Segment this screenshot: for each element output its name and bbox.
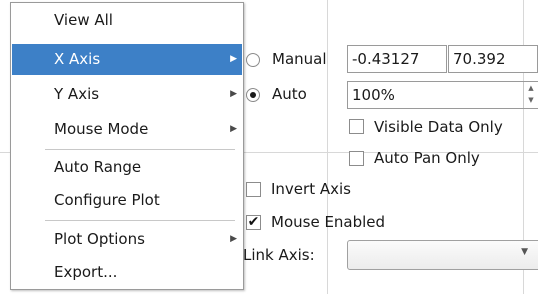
menu-item-label: Plot Options <box>54 230 145 248</box>
menu-item-y-axis[interactable]: Y Axis ▶ <box>12 79 242 110</box>
menu-item-configure-plot[interactable]: Configure Plot <box>12 185 242 216</box>
auto-pan-only-checkbox[interactable] <box>349 151 364 166</box>
menu-separator <box>45 149 235 150</box>
link-axis-dropdown[interactable]: ▼ <box>347 240 538 270</box>
chevron-right-icon: ▶ <box>230 89 237 99</box>
visible-data-only-checkbox[interactable] <box>349 119 364 134</box>
chevron-down-icon: ▼ <box>521 247 528 257</box>
spinbox-arrows-icon[interactable]: ▲ ▼ <box>523 82 538 108</box>
chevron-right-icon: ▶ <box>230 234 237 244</box>
menu-item-view-all[interactable]: View All <box>12 5 242 36</box>
menu-item-export[interactable]: Export... <box>12 257 242 288</box>
menu-item-label: View All <box>54 11 113 29</box>
menu-separator <box>45 220 235 221</box>
manual-radio[interactable] <box>246 53 260 67</box>
menu-item-label: Auto Range <box>54 158 142 176</box>
plot-context-menu: View All X Axis ▶ Y Axis ▶ Mouse Mode ▶ … <box>10 2 244 290</box>
menu-item-auto-range[interactable]: Auto Range <box>12 152 242 183</box>
plot-grid-line <box>327 0 328 294</box>
invert-axis-checkbox[interactable] <box>246 182 261 197</box>
auto-radio[interactable] <box>246 88 260 102</box>
menu-item-label: X Axis <box>54 50 101 68</box>
range-max-value: 70.392 <box>453 50 506 68</box>
range-min-value: -0.43127 <box>352 50 420 68</box>
auto-pan-only-label: Auto Pan Only <box>374 149 480 167</box>
menu-item-label: Mouse Mode <box>54 120 149 138</box>
radio-selected-dot <box>250 92 256 98</box>
menu-item-label: Y Axis <box>54 85 100 103</box>
manual-label: Manual <box>272 50 327 68</box>
link-axis-label: Link Axis: <box>243 246 315 264</box>
visible-data-only-label: Visible Data Only <box>374 118 503 136</box>
invert-axis-label: Invert Axis <box>271 180 351 198</box>
auto-label: Auto <box>272 85 307 103</box>
menu-item-label: Export... <box>54 263 118 281</box>
menu-item-plot-options[interactable]: Plot Options ▶ <box>12 224 242 255</box>
checkmark-icon: ✔ <box>247 214 260 230</box>
menu-item-x-axis[interactable]: X Axis ▶ <box>12 44 242 75</box>
menu-item-label: Configure Plot <box>54 191 160 209</box>
mouse-enabled-checkbox[interactable]: ✔ <box>246 215 261 230</box>
chevron-right-icon: ▶ <box>230 124 237 134</box>
auto-percent-value: 100% <box>352 86 395 104</box>
auto-percent-spinbox[interactable]: 100% ▲ ▼ <box>347 81 538 109</box>
mouse-enabled-label: Mouse Enabled <box>271 213 386 231</box>
chevron-right-icon: ▶ <box>230 54 237 64</box>
range-min-input[interactable]: -0.43127 <box>347 45 447 73</box>
menu-item-mouse-mode[interactable]: Mouse Mode ▶ <box>12 114 242 145</box>
range-max-input[interactable]: 70.392 <box>448 45 538 73</box>
